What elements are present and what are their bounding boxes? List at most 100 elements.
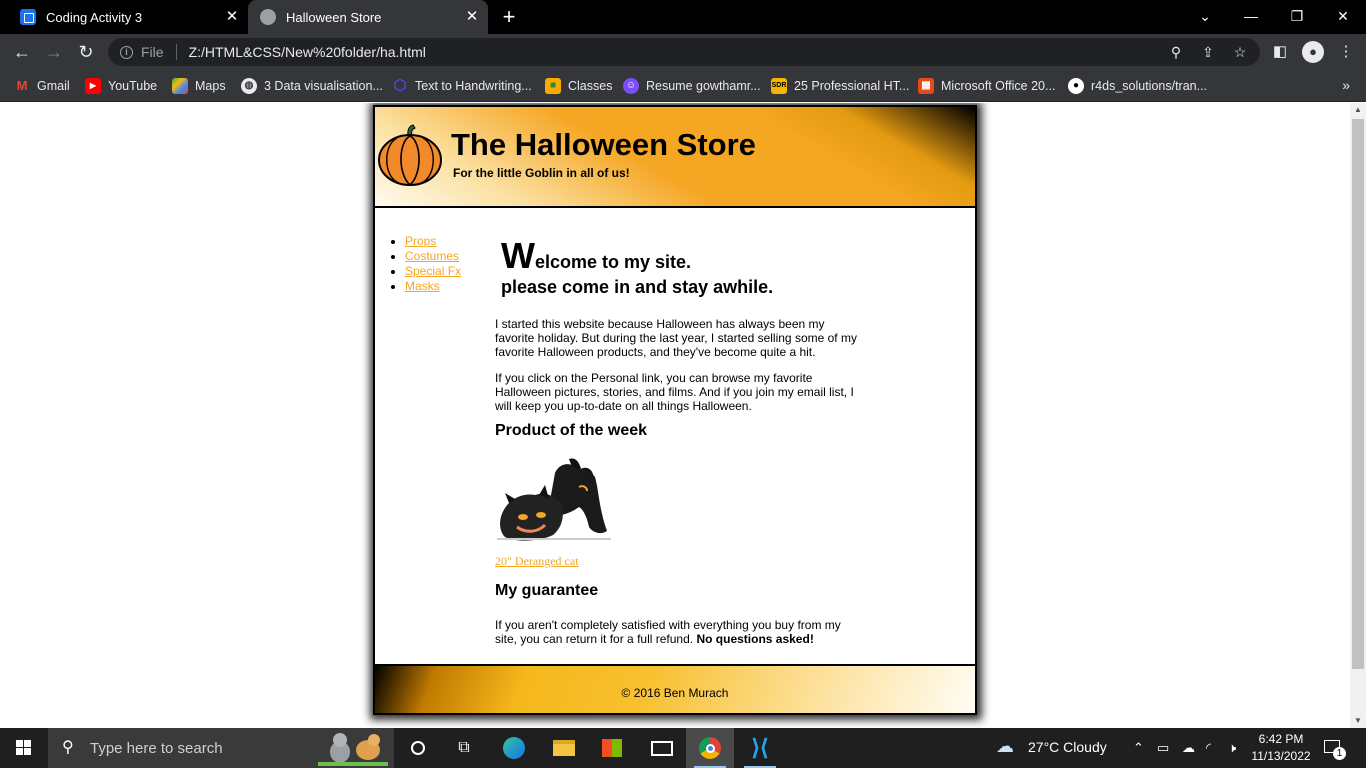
nav-link-props[interactable]: Props — [405, 234, 436, 248]
browser-toolbar: ← → ↻ i File Z:/HTML&CSS/New%20folder/ha… — [0, 34, 1366, 70]
side-panel-icon[interactable]: ◧ — [1268, 40, 1292, 64]
pumpkin-logo-icon — [378, 124, 442, 186]
github-icon: ● — [1068, 78, 1084, 94]
bookmark-label: Maps — [195, 79, 226, 93]
mail-icon — [651, 740, 673, 756]
bookmark-maps[interactable]: Maps — [172, 76, 226, 96]
file-chip: File — [141, 44, 164, 60]
battery-icon[interactable]: ▭ — [1157, 740, 1169, 756]
product-link[interactable]: 20" Deranged cat — [495, 554, 579, 568]
info-icon[interactable]: i — [120, 45, 133, 59]
youtube-icon: ▶ — [85, 78, 101, 94]
notification-center-icon[interactable]: 1 — [1322, 738, 1346, 760]
menu-kebab-icon[interactable]: ⋮ — [1334, 40, 1358, 64]
classroom-icon: ■ — [545, 78, 561, 94]
bookmark-gmail[interactable]: M Gmail — [14, 76, 70, 96]
minimize-button[interactable]: — — [1228, 0, 1274, 34]
taskbar-search[interactable]: ⚲ Type here to search — [48, 728, 394, 768]
task-view-button[interactable] — [394, 728, 442, 768]
zoom-icon[interactable]: ⚲ — [1168, 44, 1184, 60]
reload-icon[interactable]: ↻ — [74, 40, 98, 64]
welcome-line1: elcome to my site. — [534, 252, 692, 272]
address-bar[interactable]: i File Z:/HTML&CSS/New%20folder/ha.html … — [108, 38, 1260, 66]
nav-link-costumes[interactable]: Costumes — [405, 249, 459, 263]
weather-text[interactable]: 27°C Cloudy — [1028, 739, 1107, 755]
new-tab-button[interactable]: + — [498, 6, 520, 28]
task-view-icon[interactable]: ⧉ — [440, 728, 488, 768]
nav-link-masks[interactable]: Masks — [405, 279, 440, 293]
nav-item-special-fx: Special Fx — [405, 264, 461, 279]
welcome-heading: Welcome to my site. please come in and s… — [501, 238, 773, 300]
bookmark-label: Resume gowthamr... — [646, 79, 761, 93]
close-window-button[interactable]: ✕ — [1320, 0, 1366, 34]
site-footer: © 2016 Ben Murach — [375, 664, 975, 713]
tab-halloween-store[interactable]: Halloween Store ✕ — [248, 0, 488, 34]
cortana-icon — [411, 741, 425, 755]
scroll-down-icon[interactable]: ▼ — [1350, 714, 1366, 728]
taskbar-store[interactable] — [588, 728, 636, 768]
guarantee-heading: My guarantee — [495, 582, 599, 599]
share-icon[interactable]: ⇪ — [1200, 44, 1216, 60]
scroll-up-icon[interactable]: ▲ — [1350, 103, 1366, 117]
edge-icon — [503, 737, 525, 759]
speaker-muted-icon[interactable]: 🕨 — [1228, 740, 1236, 756]
globe-icon — [260, 9, 276, 25]
system-clock[interactable]: 6:42 PM 11/13/2022 — [1246, 731, 1316, 765]
store-icon — [602, 739, 622, 757]
clock-time: 6:42 PM — [1258, 732, 1304, 746]
taskbar-chrome[interactable] — [686, 728, 734, 768]
taskbar-mail[interactable] — [638, 728, 686, 768]
bookmark-text-to-handwriting[interactable]: ⬡ Text to Handwriting... — [392, 76, 531, 96]
clock-date: 11/13/2022 — [1251, 749, 1311, 763]
gmail-icon: M — [16, 78, 28, 93]
tab-title: Halloween Store — [286, 9, 382, 25]
more-bookmarks-icon[interactable]: » — [1342, 77, 1350, 93]
bookmark-youtube[interactable]: ▶ YouTube — [85, 76, 157, 96]
forward-icon[interactable]: → — [42, 40, 66, 64]
site-header: The Halloween Store For the little Gobli… — [375, 107, 975, 208]
scroll-thumb[interactable] — [1352, 119, 1364, 669]
drop-cap: W — [501, 235, 535, 276]
profile-avatar-icon[interactable]: ● — [1302, 41, 1324, 63]
nav-link-special-fx[interactable]: Special Fx — [405, 264, 461, 278]
close-tab-icon[interactable]: ✕ — [224, 9, 240, 25]
start-button[interactable] — [0, 728, 48, 768]
office-icon: ▦ — [918, 78, 934, 94]
timeline-icon: ⧉ — [458, 739, 470, 756]
tab-search-icon[interactable]: ⌄ — [1182, 0, 1228, 34]
bookmark-label: 3 Data visualisation... — [264, 79, 383, 93]
web-viewport: The Halloween Store For the little Gobli… — [0, 103, 1350, 728]
restore-button[interactable]: ❐ — [1274, 0, 1320, 34]
bookmark-r4ds-solutions[interactable]: ● r4ds_solutions/tran... — [1068, 76, 1207, 96]
bookmark-label: YouTube — [108, 79, 158, 93]
tab-coding-activity[interactable]: Coding Activity 3 ✕ — [8, 0, 248, 34]
wifi-icon[interactable]: ◜ — [1206, 740, 1211, 756]
resume-icon: ☺ — [623, 78, 639, 94]
bookmark-resume[interactable]: ☺ Resume gowthamr... — [623, 76, 761, 96]
deranged-cat-image[interactable] — [495, 457, 613, 545]
back-icon[interactable]: ← — [10, 40, 34, 64]
chevron-up-icon[interactable]: ⌃ — [1133, 740, 1144, 756]
guarantee-emphasis: No questions asked! — [696, 632, 814, 646]
bookmark-professional-html[interactable]: SDR 25 Professional HT... — [771, 76, 909, 96]
search-icon: ⚲ — [62, 739, 74, 756]
taskbar-file-explorer[interactable] — [540, 728, 588, 768]
bookmark-data-visualisation[interactable]: ◍ 3 Data visualisation... — [241, 76, 383, 96]
folder-icon — [553, 740, 575, 756]
cloud-icon[interactable]: ☁ — [996, 737, 1014, 755]
site-title: The Halloween Store — [451, 127, 756, 162]
bookmark-microsoft-office[interactable]: ▦ Microsoft Office 20... — [918, 76, 1055, 96]
chrome-icon — [699, 737, 721, 759]
bookmark-classes[interactable]: ■ Classes — [545, 76, 612, 96]
network-cloud-icon[interactable]: ☁ — [1182, 740, 1195, 756]
taskbar-edge[interactable] — [490, 728, 538, 768]
copyright-text: © 2016 Ben Murach — [621, 686, 729, 700]
bookmark-star-icon[interactable]: ☆ — [1232, 44, 1248, 60]
vertical-scrollbar[interactable]: ▲ ▼ — [1350, 103, 1366, 728]
page-container: The Halloween Store For the little Gobli… — [373, 105, 977, 715]
bookmarks-bar: M Gmail ▶ YouTube Maps ◍ 3 Data visualis… — [0, 70, 1366, 102]
url-text[interactable]: Z:/HTML&CSS/New%20folder/ha.html — [189, 44, 426, 60]
taskbar-vscode[interactable]: ⟩⟨ — [736, 728, 784, 768]
close-tab-icon[interactable]: ✕ — [464, 9, 480, 25]
bookmark-label: r4ds_solutions/tran... — [1091, 79, 1208, 93]
